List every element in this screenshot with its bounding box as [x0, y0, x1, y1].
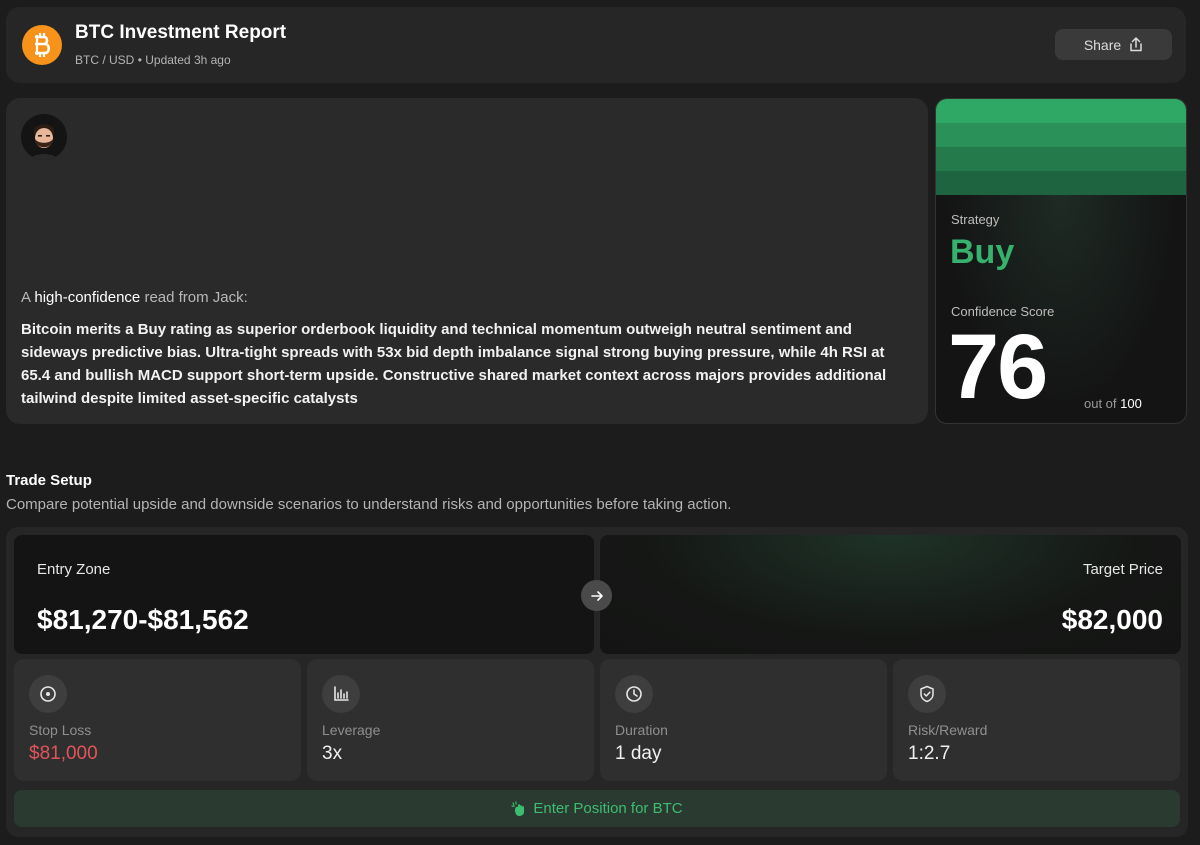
risk-reward-card: Risk/Reward 1:2.7 — [893, 659, 1180, 781]
pair-label: BTC / USD — [75, 53, 135, 67]
enter-position-button[interactable]: Enter Position for BTC — [14, 790, 1180, 827]
target-price-card: Target Price $82,000 — [600, 535, 1181, 654]
duration-value: 1 day — [615, 743, 662, 764]
trade-setup-title: Trade Setup — [6, 472, 92, 489]
leverage-card: Leverage 3x — [307, 659, 594, 781]
strategy-value: Buy — [950, 233, 1015, 271]
strategy-band — [936, 171, 1186, 195]
strategy-band — [936, 123, 1186, 147]
bar-chart-icon — [322, 675, 360, 713]
summary-text: Bitcoin merits a Buy rating as superior … — [21, 321, 887, 407]
stop-loss-label: Stop Loss — [29, 722, 92, 738]
page-title: BTC Investment Report — [75, 22, 287, 43]
entry-zone-label: Entry Zone — [37, 561, 111, 578]
share-icon — [1130, 37, 1142, 52]
target-price-value: $82,000 — [1061, 604, 1163, 635]
share-label: Share — [1083, 36, 1122, 53]
share-button[interactable]: Share — [1055, 29, 1172, 60]
trade-setup-subtitle: Compare potential upside and downside sc… — [6, 496, 732, 513]
risk-reward-label: Risk/Reward — [908, 722, 988, 738]
analyst-summary-card: A high-confidence read from Jack: Bitcoi… — [6, 98, 928, 424]
strategy-label: Strategy — [951, 212, 1000, 227]
out-of-value: 100 — [1120, 396, 1142, 411]
out-of-prefix: out of — [1084, 396, 1117, 411]
report-header: BTC Investment Report BTC / USD • Update… — [6, 7, 1186, 83]
confidence-out-of: out of 100 — [1084, 396, 1142, 411]
stop-loss-card: Stop Loss $81,000 — [14, 659, 301, 781]
confidence-highlight: high-confidence — [34, 289, 141, 306]
updated-label: Updated 3h ago — [145, 53, 231, 67]
leverage-value: 3x — [322, 743, 343, 764]
risk-reward-value: 1:2.7 — [908, 743, 951, 764]
duration-card: Duration 1 day — [600, 659, 887, 781]
bitcoin-logo-icon — [22, 25, 62, 65]
confidence-score: 76 — [948, 316, 1048, 418]
strategy-band — [936, 99, 1186, 123]
pair-updated-line: BTC / USD • Updated 3h ago — [75, 53, 231, 67]
entry-zone-value: $81,270-$81,562 — [37, 604, 249, 635]
shield-check-icon — [908, 675, 946, 713]
target-price-label: Target Price — [1082, 561, 1163, 578]
entry-zone-card: Entry Zone $81,270-$81,562 — [14, 535, 594, 654]
read-prefix: A — [21, 289, 31, 306]
strategy-card: Strategy Buy Confidence Score 76 out of … — [935, 98, 1187, 424]
enter-position-label: Enter Position for BTC — [533, 800, 683, 817]
separator-dot: • — [137, 53, 142, 67]
arrow-right-icon — [581, 580, 612, 611]
duration-label: Duration — [615, 722, 668, 738]
read-suffix: read from Jack: — [144, 289, 248, 306]
leverage-label: Leverage — [322, 722, 381, 738]
sparkle-hand-icon — [511, 800, 525, 816]
clock-icon — [615, 675, 653, 713]
trade-setup-panel: Entry Zone $81,270-$81,562 Target Price … — [6, 527, 1188, 837]
analyst-avatar — [21, 114, 67, 160]
stop-loss-value: $81,000 — [29, 743, 98, 764]
target-icon — [29, 675, 67, 713]
confidence-read-line: A high-confidence read from Jack: — [21, 289, 248, 306]
strategy-band — [936, 147, 1186, 171]
